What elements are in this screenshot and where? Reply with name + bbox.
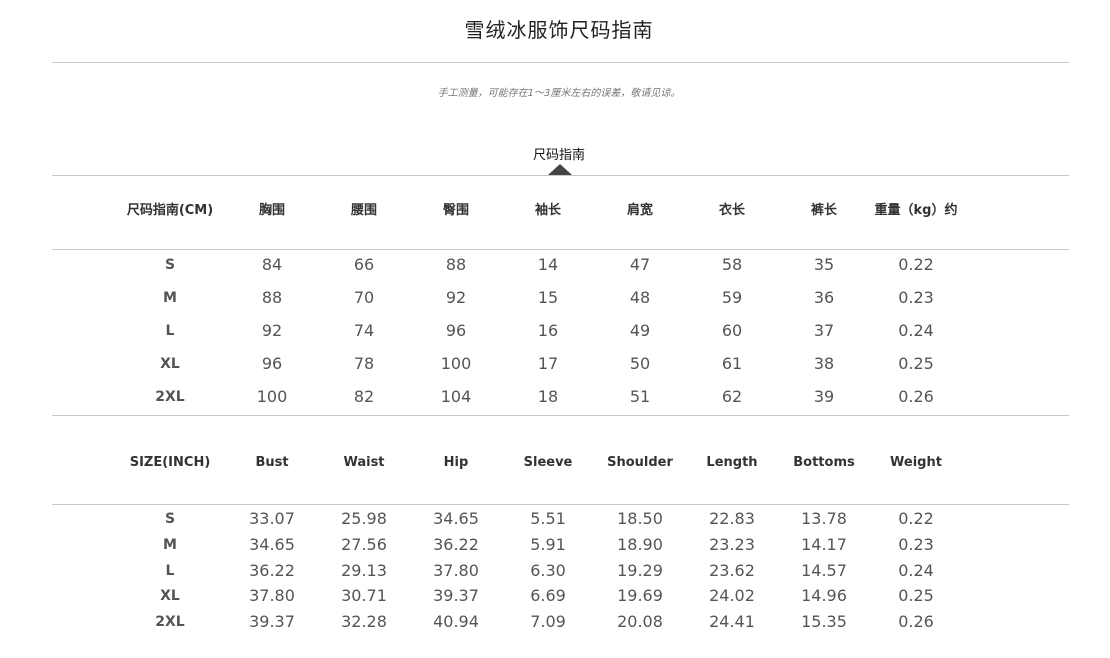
size-label: M [163, 537, 177, 553]
size-label: XL [160, 356, 180, 372]
cm-table-row: L 92 74 96 16 49 60 37 0.24 [0, 321, 1110, 341]
divider [52, 175, 1069, 176]
measurement-cell: 0.23 [898, 535, 934, 554]
size-label: XL [160, 588, 180, 604]
inch-table-row: S 33.07 25.98 34.65 5.51 18.50 22.83 13.78 0.22 [0, 509, 1110, 529]
inch-table-row: XL 37.80 30.71 39.37 6.69 19.69 24.02 14.96 0.25 [0, 586, 1110, 606]
measurement-cell: 0.22 [898, 509, 934, 528]
size-label: S [164, 511, 176, 527]
header-cell: Weight [890, 455, 942, 470]
size-label: 2XL [155, 614, 185, 630]
size-label: L [165, 323, 175, 339]
inch-table-row: 2XL 39.37 32.28 40.94 7.09 20.08 24.41 15.35 0.2… [0, 612, 1110, 632]
inch-table-row: L 36.22 29.13 37.80 6.30 19.29 23.62 14.57 0.24 [0, 561, 1110, 581]
size-label: L [165, 563, 175, 579]
header-cell: 重量（kg）约 [874, 203, 958, 218]
measurement-cell: 0.24 [898, 561, 934, 580]
size-label: S [164, 257, 176, 273]
divider [52, 504, 1069, 505]
cm-table-row: XL 96 78 100 17 50 61 38 0.25 [0, 354, 1110, 374]
measurement-note: 手工测量，可能存在1～3厘米左右的误差，敬请见谅。 [437, 88, 681, 99]
pointer-triangle-icon [548, 164, 572, 175]
size-label: M [163, 290, 177, 306]
divider [52, 415, 1069, 416]
measurement-cell: 0.26 [898, 387, 934, 406]
cm-table-row: M 88 70 92 15 48 59 36 0.23 [0, 288, 1110, 308]
divider [52, 62, 1069, 63]
size-label: 2XL [155, 389, 185, 405]
measurement-cell: 0.25 [898, 586, 934, 605]
inch-table-header: SIZE(INCH) Bust Waist Hip Sleeve Shoulde… [0, 453, 1110, 473]
measurement-cell: 0.25 [898, 354, 934, 373]
page-title: 雪绒冰服饰尺码指南 [464, 18, 654, 42]
section-label: 尺码指南 [532, 148, 585, 163]
cm-table-row: 2XL 100 82 104 18 51 62 39 0.26 [0, 387, 1110, 407]
cm-table-header: 尺码指南(CM) 胸围 腰围 臀围 袖长 肩宽 衣长 裤长 重量（kg）约 [0, 201, 1110, 221]
inch-table-row: M 34.65 27.56 36.22 5.91 18.90 23.23 14.17 0.23 [0, 535, 1110, 555]
divider [52, 249, 1069, 250]
measurement-cell: 0.22 [898, 255, 934, 274]
measurement-cell: 0.24 [898, 321, 934, 340]
measurement-cell: 0.26 [898, 612, 934, 631]
cm-table-row: S 84 66 88 14 47 58 35 0.22 [0, 255, 1110, 275]
measurement-cell: 0.23 [898, 288, 934, 307]
